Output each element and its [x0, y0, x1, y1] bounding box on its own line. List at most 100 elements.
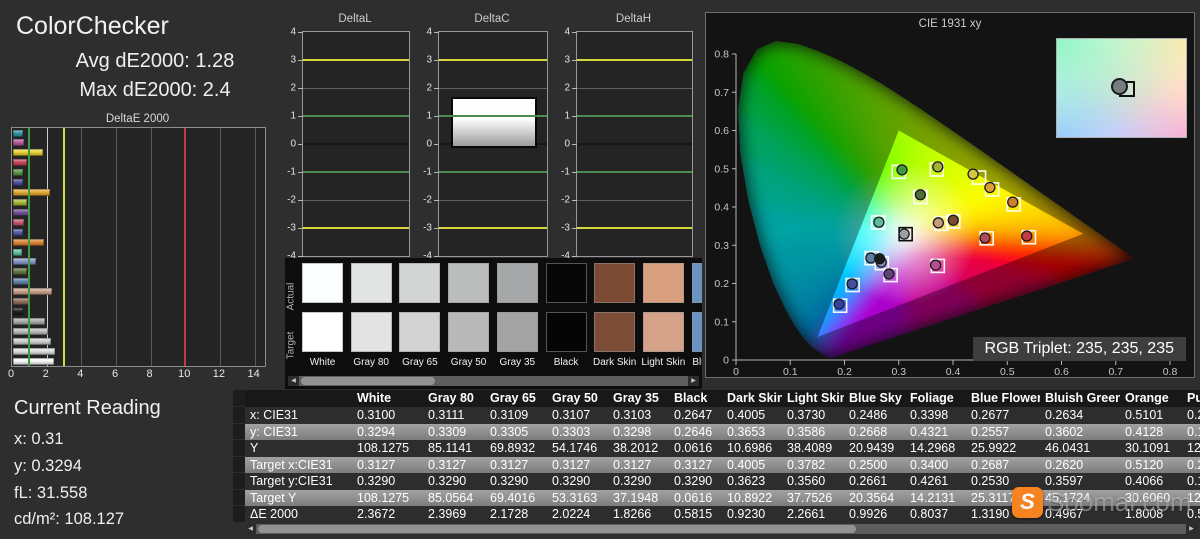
- reference-line: [184, 128, 187, 366]
- white-point-inset: [1056, 38, 1187, 138]
- soomal-logo-icon: S: [1012, 487, 1043, 518]
- table-cell: 0.3303: [552, 424, 591, 439]
- table-cell: 0.3109: [490, 408, 529, 422]
- scroll-right-button[interactable]: ▶: [688, 376, 699, 386]
- scrollbar-thumb[interactable]: [301, 377, 435, 385]
- inset-measured-dot-marker: [1111, 78, 1128, 95]
- table-cell: Black: [674, 391, 708, 405]
- table-cell: 10.8922: [727, 490, 773, 505]
- table-cell: 0.3127: [613, 457, 652, 472]
- table-cell: 0.3103: [613, 408, 652, 422]
- cie-measured-point: [883, 268, 895, 280]
- scrollbar-thumb[interactable]: [258, 525, 856, 533]
- y-tick-mark: [434, 59, 439, 61]
- swatch-target-gray-35: [496, 312, 538, 352]
- delta-chart-title: DeltaH: [615, 13, 652, 25]
- y-tick-mark: [572, 199, 577, 201]
- table-cell: 108.1275: [357, 441, 410, 455]
- cie-measured-point: [833, 298, 845, 310]
- y-tick-label: 4: [564, 26, 570, 38]
- reading-y: y: 0.3294: [14, 457, 82, 475]
- reference-line: [303, 143, 409, 145]
- table-cell: 2.3969: [428, 507, 467, 521]
- table-cell: 0.3602: [1045, 424, 1084, 439]
- deltae-bar-red: [13, 159, 27, 167]
- swatch-target-light-skin: [642, 312, 684, 352]
- swatch-label: Light Skin: [641, 357, 686, 368]
- table-cell: Dark Skin: [727, 391, 782, 405]
- colorchecker-window: ColorChecker Avg dE2000: 1.28 Max dE2000…: [0, 0, 1200, 539]
- table-header-row: White Gray 80 Gray 65 Gray 50 Gray 35 Black Da…: [233, 390, 1200, 407]
- table-cell: 0.3586: [787, 424, 826, 439]
- swatch-panel: Actual Target White Gray 80 Gray 65 Gray 50 Gr…: [285, 258, 702, 389]
- table-cell: 0.3623: [727, 474, 766, 488]
- y-tick-mark: [434, 115, 439, 117]
- svg-text:0.4: 0.4: [714, 202, 729, 214]
- table-cell: 54.1746: [552, 441, 598, 455]
- table-cell: 0.3305: [490, 424, 529, 439]
- table-row: x: CIE31 0.3100 0.3111 0.3109 0.3107 0.3103 0.…: [233, 407, 1200, 424]
- svg-text:0.4: 0.4: [946, 366, 961, 377]
- scroll-right-button[interactable]: ▶: [1186, 524, 1197, 534]
- y-tick-label: 2: [426, 82, 432, 94]
- table-scrollbar[interactable]: ◀ ▶: [245, 524, 1197, 534]
- table-cell: Bluish Green: [1045, 391, 1120, 405]
- delta-chart-title: DeltaC: [474, 13, 510, 25]
- current-reading-title: Current Reading: [14, 397, 161, 419]
- swatch-target-gray-65: [399, 312, 441, 352]
- reading-cdm2: cd/m²: 108.127: [14, 510, 125, 528]
- y-tick-mark: [572, 171, 577, 173]
- cie-chart-title: CIE 1931 xy: [918, 18, 982, 30]
- row-gutter: [233, 456, 245, 473]
- table-cell: 0.3127: [490, 457, 529, 472]
- reference-line: [303, 115, 409, 117]
- y-tick-label: -2: [561, 194, 570, 206]
- row-gutter: [233, 440, 245, 457]
- cie-measured-point: [984, 181, 996, 194]
- table-cell: Gray 50: [552, 391, 598, 405]
- y-tick-label: -1: [423, 166, 432, 178]
- table-cell: 0.2677: [971, 408, 1010, 422]
- deltac-white-bar: [450, 97, 537, 148]
- swatch-scrollbar[interactable]: ◀ ▶: [288, 376, 699, 386]
- y-tick-label: 0: [426, 138, 432, 150]
- scroll-left-button[interactable]: ◀: [288, 376, 299, 386]
- y-tick-mark: [572, 59, 577, 61]
- page-title: ColorChecker: [16, 12, 169, 40]
- row-gutter: [233, 506, 245, 523]
- y-tick-mark: [434, 143, 439, 145]
- swatch-actual-blue-sky: [691, 263, 702, 303]
- table-cell: 0.3290: [674, 474, 713, 488]
- cie-measured-point: [979, 232, 991, 244]
- y-tick-mark: [434, 31, 439, 33]
- swatch-actual-gray-35: [496, 263, 538, 303]
- x-tick-label: 0: [7, 368, 15, 380]
- row-label: Target y:CIE31: [250, 474, 333, 488]
- table-cell: 0.3398: [910, 408, 949, 422]
- row-label: y: CIE31: [250, 424, 298, 439]
- table-cell: 0.3298: [613, 424, 652, 439]
- svg-text:0.6: 0.6: [714, 125, 729, 137]
- rgb-triplet-readout: RGB Triplet: 235, 235, 235: [972, 337, 1186, 361]
- scroll-left-button[interactable]: ◀: [245, 524, 256, 534]
- y-tick-label: 0: [290, 138, 296, 150]
- swatch-actual-black: [545, 263, 587, 303]
- x-tick-label: 6: [111, 368, 119, 380]
- reference-line: [439, 87, 547, 89]
- table-cell: 0.2: [1187, 457, 1200, 472]
- reference-line: [439, 171, 547, 173]
- table-cell: 0.3100: [357, 408, 396, 422]
- x-tick-label: 4: [77, 368, 84, 380]
- swatch-actual-gray-50: [448, 263, 490, 303]
- deltae-bar-bluish-green: [13, 248, 22, 256]
- swatch-label: Gray 80: [353, 357, 389, 368]
- y-tick-mark: [434, 87, 439, 89]
- cie-measured-point: [967, 168, 979, 180]
- table-cell: 0.3653: [727, 424, 766, 439]
- y-tick-mark: [434, 199, 439, 201]
- table-cell: 0.3290: [357, 474, 396, 488]
- table-cell: 0.2661: [849, 474, 888, 488]
- y-tick-label: -2: [423, 194, 432, 206]
- delta-chart-deltac: 4 3 2 1 0 -1 -2 -3 -4: [423, 27, 548, 262]
- deltae-chart-title: DeltaE 2000: [105, 113, 170, 125]
